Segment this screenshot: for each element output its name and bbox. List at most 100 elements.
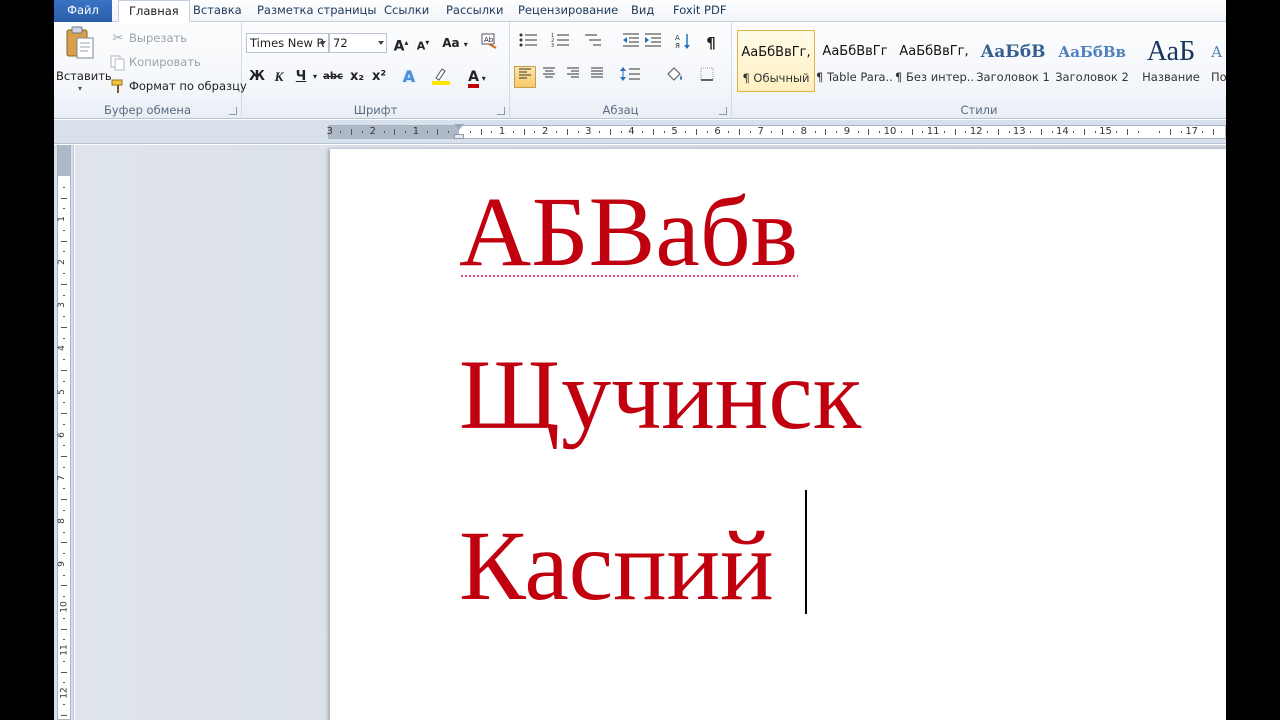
- italic-button[interactable]: К: [268, 66, 290, 88]
- ruler-label: 1: [498, 126, 506, 137]
- font-color-button[interactable]: A ▾: [462, 66, 492, 88]
- font-size-combo[interactable]: 72: [329, 33, 387, 53]
- vertical-ruler[interactable]: 1 2 3 4 5 6 7 8 9 10 11 12: [54, 145, 74, 720]
- svg-text:Ab: Ab: [484, 36, 494, 44]
- document-page[interactable]: АБВабв Щучинск Каспий: [330, 149, 1226, 720]
- format-painter-button[interactable]: Формат по образцу: [110, 78, 247, 95]
- borders-button[interactable]: [694, 66, 724, 88]
- shrink-font-button[interactable]: A▾: [412, 32, 434, 54]
- paragraph-launcher-icon[interactable]: [719, 107, 727, 115]
- tab-home[interactable]: Главная: [118, 0, 190, 23]
- paste-button[interactable]: Вставить ▾: [56, 26, 112, 96]
- clipboard-launcher-icon[interactable]: [229, 107, 237, 115]
- show-formatting-button[interactable]: ¶: [700, 32, 722, 54]
- paste-icon: [66, 26, 94, 59]
- horizontal-ruler-track: 3 2 1 1 2 3 4 5 6 7 8 9 10 11 12 13 14 15 17: [326, 124, 1226, 139]
- ruler-tick: [61, 326, 67, 328]
- strikethrough-button[interactable]: abc: [322, 66, 344, 88]
- align-right-button[interactable]: [562, 66, 584, 88]
- text-effects-button[interactable]: A: [398, 66, 420, 88]
- ribbon: Вставить ▾ ✂ Вырезать Копировать Формат п…: [54, 22, 1226, 119]
- ruler-tick: [1137, 131, 1139, 133]
- ruler-tick: [61, 714, 67, 716]
- ruler-tick: [577, 131, 579, 133]
- ruler-tick: [63, 617, 65, 619]
- ruler-label: 3: [326, 126, 333, 137]
- paint-bucket-icon: [667, 67, 682, 81]
- scissors-icon: ✂: [112, 30, 124, 46]
- tab-foxit-pdf[interactable]: Foxit PDF: [663, 0, 736, 22]
- font-group: Times New R 72 A▴ A▾ Aa ▾ Ab Ж К Ч ▾ abc…: [242, 22, 510, 119]
- style-normal[interactable]: АаБбВвГг, ¶ Обычный: [737, 30, 815, 92]
- ruler-tick: [63, 596, 65, 598]
- grow-font-button[interactable]: A▴: [390, 32, 412, 55]
- ruler-tick: [986, 131, 988, 133]
- style-heading-1[interactable]: АаБбВ Заголовок 1: [974, 30, 1052, 92]
- ruler-tick: [63, 337, 65, 339]
- increase-indent-button[interactable]: [642, 32, 664, 54]
- tab-file[interactable]: Файл: [54, 0, 112, 22]
- align-right-icon: [567, 67, 579, 78]
- ruler-tick: [652, 129, 654, 135]
- ruler-tick: [480, 129, 482, 135]
- style-heading-2[interactable]: АаБбВв Заголовок 2: [1053, 30, 1131, 92]
- style-subtitle[interactable]: А По: [1211, 30, 1226, 92]
- ruler-tick: [394, 129, 396, 135]
- superscript-button[interactable]: x²: [368, 66, 390, 88]
- cut-button[interactable]: ✂ Вырезать: [110, 30, 187, 47]
- ruler-tick: [383, 131, 385, 133]
- bullets-button[interactable]: [514, 32, 544, 54]
- tab-references[interactable]: Ссылки: [374, 0, 439, 22]
- style-table-paragraph[interactable]: АаБбВвГг ¶ Table Para...: [816, 30, 894, 92]
- ruler-tick: [61, 585, 67, 587]
- style-title[interactable]: АаБ Название: [1132, 30, 1210, 92]
- line-spacing-button[interactable]: [616, 66, 646, 88]
- chevron-down-icon: [378, 41, 384, 45]
- font-launcher-icon[interactable]: [497, 107, 505, 115]
- font-name-combo[interactable]: Times New R: [246, 33, 329, 53]
- font-group-label: Шрифт: [353, 103, 398, 117]
- styles-group-label: Стили: [960, 103, 998, 117]
- numbering-button[interactable]: 123: [546, 32, 576, 54]
- underline-button[interactable]: Ч: [290, 66, 312, 88]
- multilevel-list-button[interactable]: [578, 32, 608, 54]
- document-workspace: АБВабв Щучинск Каспий: [75, 145, 1226, 720]
- document-line[interactable]: Щучинск: [459, 340, 861, 450]
- horizontal-ruler[interactable]: 3 2 1 1 2 3 4 5 6 7 8 9 10 11 12 13 14 15 17: [54, 120, 1226, 144]
- ruler-tick: [340, 131, 342, 133]
- align-center-icon: [543, 67, 555, 78]
- ruler-tick: [1051, 131, 1053, 133]
- sort-button[interactable]: AЯ: [672, 32, 694, 54]
- tab-mailings[interactable]: Рассылки: [436, 0, 513, 22]
- format-painter-icon: [111, 79, 123, 93]
- svg-text:A: A: [675, 34, 680, 42]
- ruler-tick: [63, 251, 65, 253]
- ruler-tick: [900, 131, 902, 133]
- justify-button[interactable]: [586, 66, 608, 88]
- ruler-tick: [63, 574, 65, 576]
- tab-insert[interactable]: Вставка: [183, 0, 252, 22]
- decrease-indent-button[interactable]: [620, 32, 642, 54]
- align-center-button[interactable]: [538, 66, 560, 88]
- paragraph-group: 123 AЯ ¶ Абзац: [510, 22, 732, 119]
- line-spacing-icon: [620, 67, 640, 81]
- subscript-button[interactable]: x₂: [346, 66, 368, 88]
- clear-formatting-button[interactable]: Ab: [478, 32, 500, 54]
- tab-view[interactable]: Вид: [621, 0, 664, 22]
- shading-button[interactable]: [660, 66, 690, 88]
- ruler-tick: [771, 131, 773, 133]
- style-no-spacing[interactable]: АаБбВвГг, ¶ Без интер...: [895, 30, 973, 92]
- tab-review[interactable]: Рецензирование: [508, 0, 628, 22]
- document-line[interactable]: Каспий: [459, 511, 774, 621]
- copy-button[interactable]: Копировать: [110, 54, 201, 71]
- ruler-tick: [61, 456, 67, 458]
- change-case-button[interactable]: Aa ▾: [440, 32, 470, 54]
- document-line[interactable]: АБВабв: [459, 177, 798, 287]
- align-left-button[interactable]: [514, 66, 536, 88]
- ruler-label: 1: [56, 216, 67, 222]
- bold-button[interactable]: Ж: [246, 66, 268, 88]
- ruler-tick: [61, 197, 67, 199]
- tab-page-layout[interactable]: Разметка страницы: [247, 0, 386, 22]
- highlight-button[interactable]: [426, 66, 456, 88]
- chevron-down-icon[interactable]: ▾: [310, 66, 320, 88]
